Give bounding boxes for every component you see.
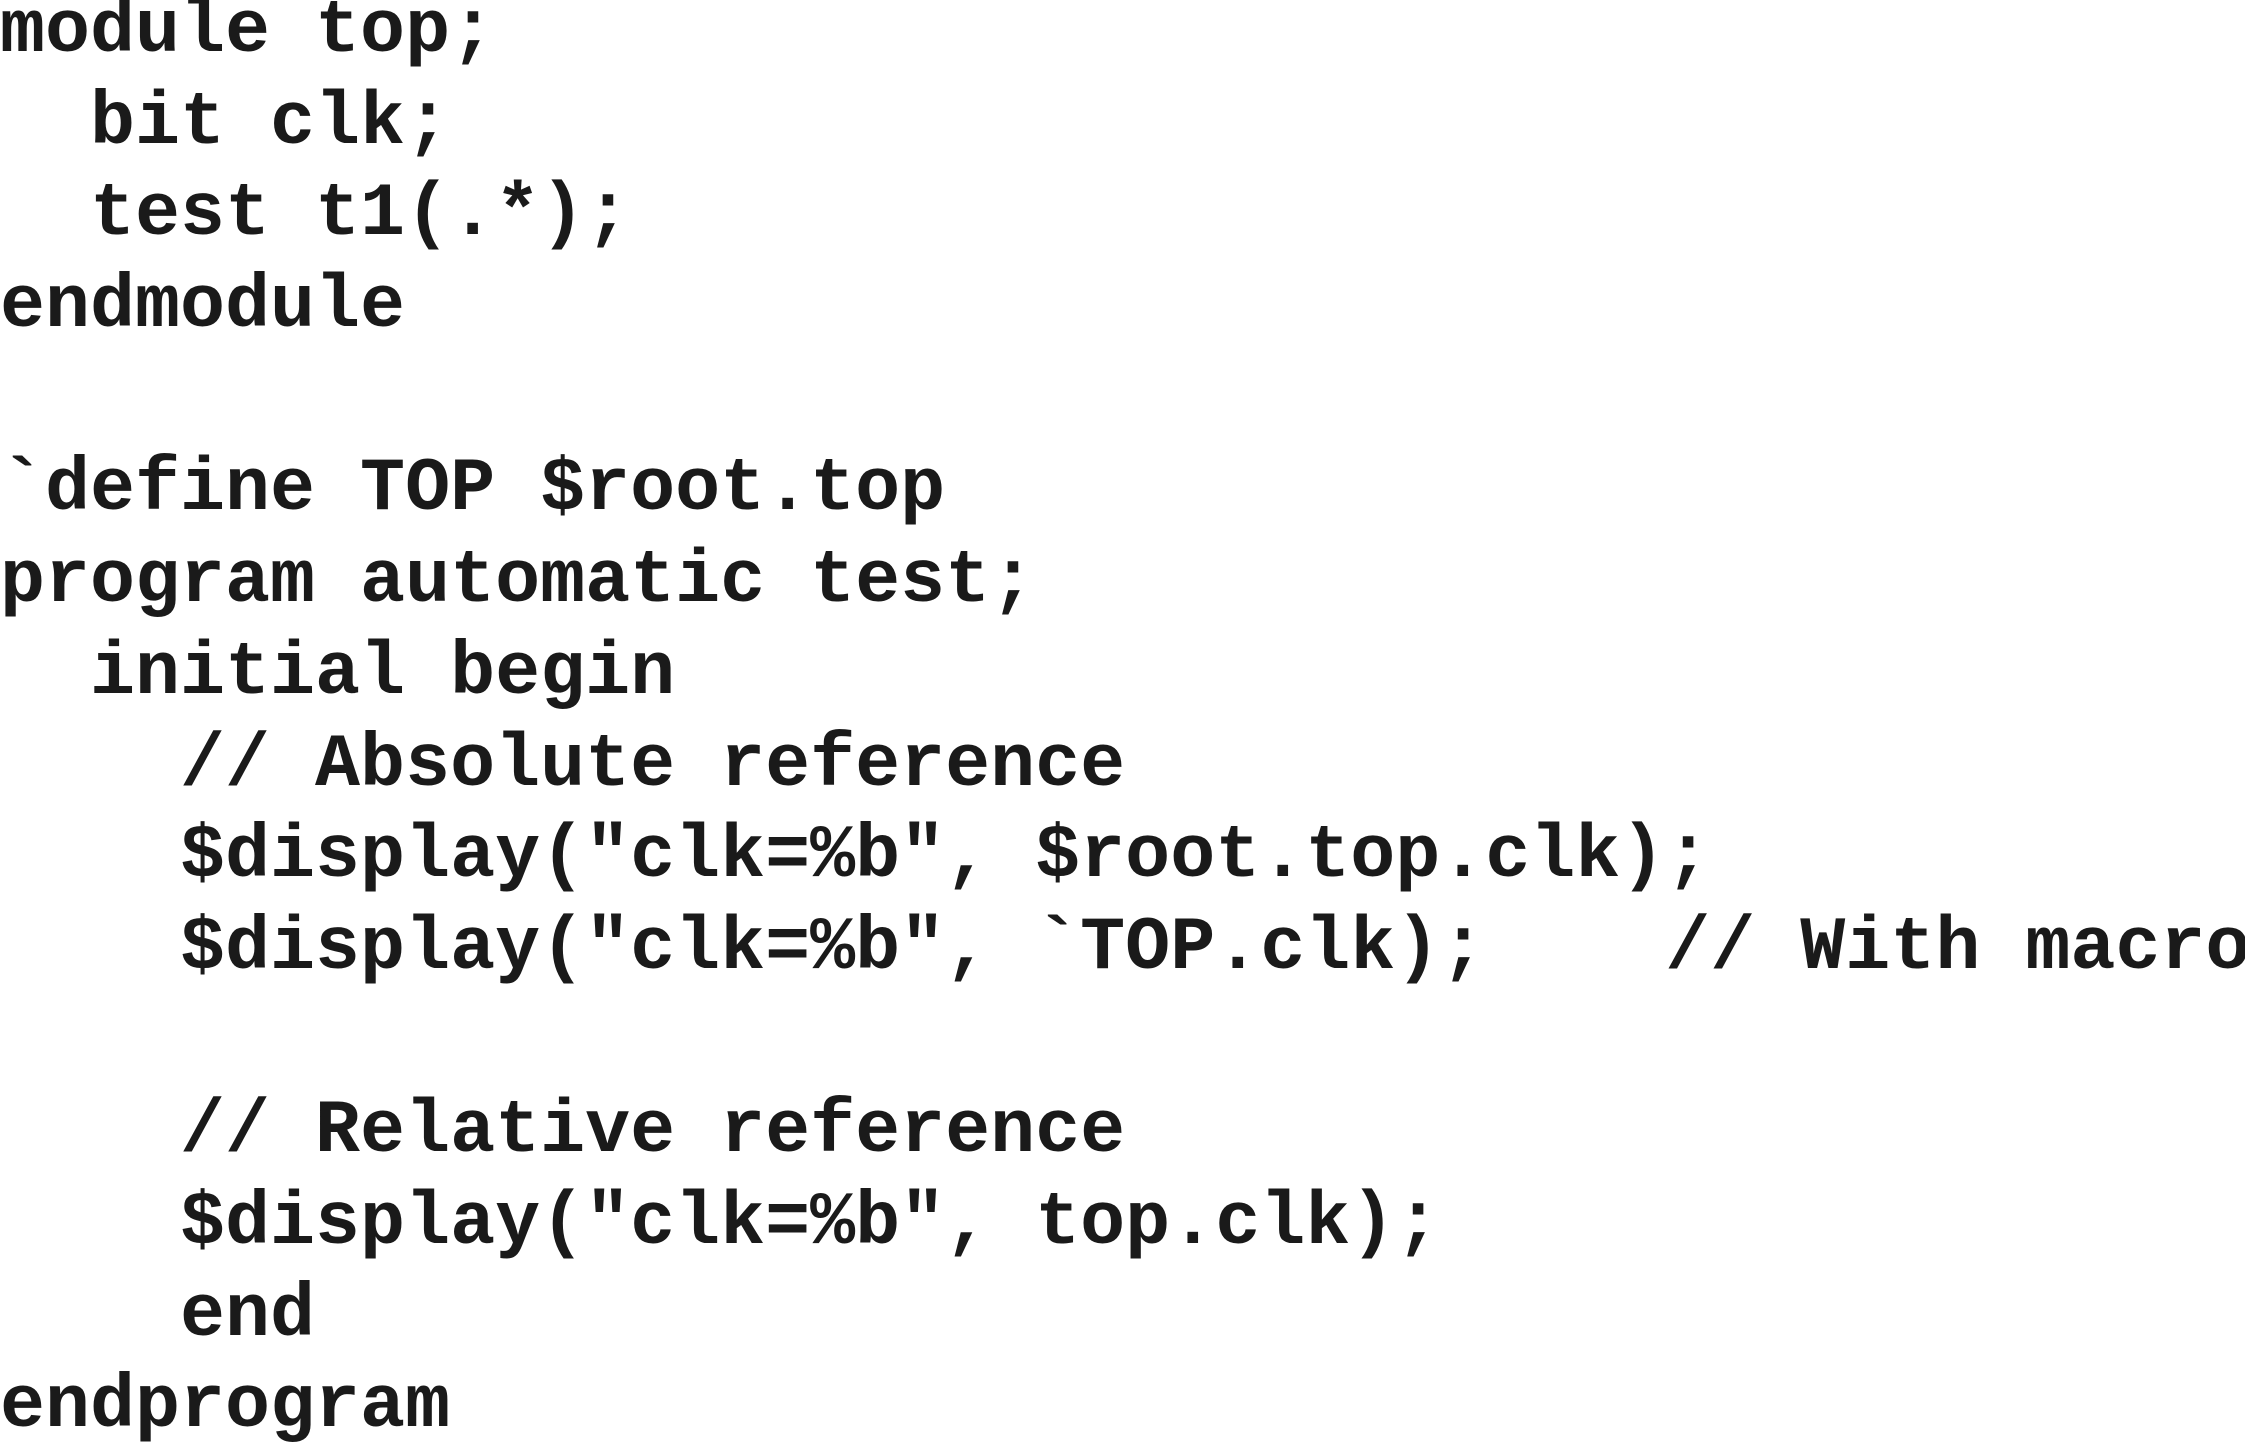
code-line-display-relative: $display("clk=%b", top.clk);	[0, 1180, 1441, 1266]
code-line-comment-relative: // Relative reference	[0, 1089, 1126, 1175]
code-line-bit-clk: bit clk;	[0, 80, 451, 166]
code-line-initial-begin: initial begin	[0, 630, 676, 716]
code-line-module-decl: module top;	[0, 0, 496, 74]
code-line-endprogram: endprogram	[0, 1364, 451, 1450]
code-line-test-instance: test t1(.*);	[0, 172, 631, 258]
code-listing: module top; bit clk; test t1(.*); endmodu…	[0, 0, 2245, 1453]
code-line-display-macro: $display("clk=%b", `TOP.clk); // With ma…	[0, 905, 2245, 991]
code-line-display-absolute: $display("clk=%b", $root.top.clk);	[0, 814, 1711, 900]
code-line-endmodule: endmodule	[0, 264, 406, 350]
code-line-define-macro: `define TOP $root.top	[0, 447, 946, 533]
code-line-program-decl: program automatic test;	[0, 539, 1036, 625]
code-line-end: end	[0, 1272, 316, 1358]
code-line-comment-absolute: // Absolute reference	[0, 722, 1126, 808]
